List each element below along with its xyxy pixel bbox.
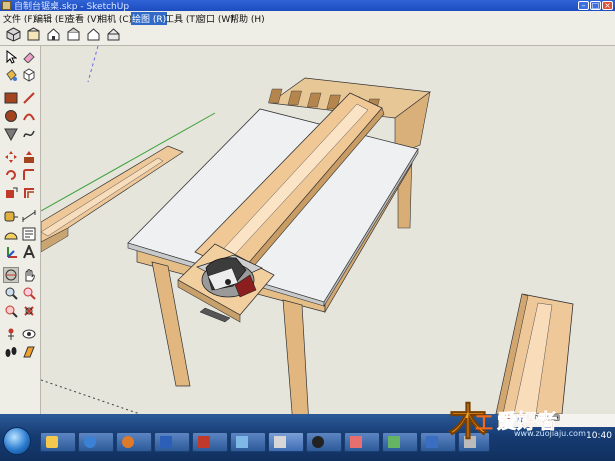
scale-icon[interactable] [3, 185, 19, 201]
back-view-icon[interactable] [86, 27, 101, 42]
taskbar-sketchup[interactable] [192, 432, 228, 452]
taskbar-active[interactable] [268, 432, 304, 452]
menu-window[interactable]: 窗口 (W) [197, 12, 234, 25]
freehand-icon[interactable] [21, 126, 37, 142]
right-view-icon[interactable] [66, 27, 81, 42]
pan-icon[interactable] [21, 267, 37, 283]
maximize-button[interactable]: □ [590, 1, 601, 10]
protractor-icon[interactable] [3, 226, 19, 242]
folder-icon [46, 436, 58, 448]
walk-icon[interactable] [3, 344, 19, 360]
axes-icon[interactable] [3, 244, 19, 260]
tape-measure-icon[interactable] [3, 208, 19, 224]
top-view-icon[interactable] [26, 27, 41, 42]
zuojiaju-logo: 木 工 爱好者 [449, 400, 558, 445]
app-icon [426, 436, 438, 448]
iso-view-icon[interactable] [6, 27, 21, 42]
table-leg-front-right [282, 299, 309, 414]
menu-file[interactable]: 文件 (F) [3, 12, 36, 25]
model-drawing [41, 46, 574, 414]
taskbar-media[interactable] [116, 432, 152, 452]
window-icon [274, 436, 286, 448]
watermark-url: www.zuojiaju.com [514, 429, 586, 438]
menu-camera[interactable]: 相机 (C) [98, 12, 132, 25]
menu-help[interactable]: 帮助 (H) [230, 12, 265, 25]
circle-icon[interactable] [3, 108, 19, 124]
taskbar-folder[interactable] [40, 432, 76, 452]
polygon-icon[interactable] [3, 126, 19, 142]
menu-edit[interactable]: 编辑 (E) [34, 12, 68, 25]
title-bar: 自制台锯桌.skp - SketchUp – □ × [0, 0, 615, 12]
menu-tools[interactable]: 工具 (T) [165, 12, 198, 25]
zoom-extents-icon[interactable] [3, 303, 19, 319]
views-toolbar [0, 25, 615, 46]
menu-bar: 文件 (F) 编辑 (E) 查看 (V) 相机 (C) 绘图 (R) 工具 (T… [0, 11, 615, 26]
orbit-icon[interactable] [3, 267, 19, 283]
arc-icon[interactable] [21, 108, 37, 124]
minimize-button[interactable]: – [578, 1, 589, 10]
word-icon [160, 436, 172, 448]
red-axis-dashed [41, 379, 141, 414]
close-button[interactable]: × [602, 1, 613, 10]
left-view-icon[interactable] [106, 27, 121, 42]
menu-draw[interactable]: 绘图 (R) [131, 12, 168, 25]
zoom-icon[interactable] [3, 285, 19, 301]
front-view-icon[interactable] [46, 27, 61, 42]
dimension-icon[interactable] [21, 208, 37, 224]
text-icon[interactable] [21, 226, 37, 242]
tools-palette [0, 46, 41, 414]
taskbar-word[interactable] [154, 432, 190, 452]
line-icon[interactable] [21, 90, 37, 106]
taskbar-ie[interactable] [78, 432, 114, 452]
paint-bucket-icon[interactable] [3, 67, 19, 83]
sketchup-icon [198, 436, 210, 448]
taskbar-photo[interactable] [382, 432, 418, 452]
previous-view-icon[interactable] [21, 303, 37, 319]
zoom-window-icon[interactable] [21, 285, 37, 301]
component-icon[interactable] [21, 67, 37, 83]
paint-icon [350, 436, 362, 448]
taskbar-qq[interactable] [306, 432, 342, 452]
browser-icon [84, 436, 96, 448]
rectangle-icon[interactable] [3, 90, 19, 106]
blue-axis [87, 46, 99, 83]
photo-icon [388, 436, 400, 448]
follow-me-icon[interactable] [21, 167, 37, 183]
offset-icon[interactable] [21, 185, 37, 201]
svg-text:工: 工 [475, 413, 493, 434]
eraser-icon[interactable] [21, 49, 37, 65]
move-icon[interactable] [3, 149, 19, 165]
section-plane-icon[interactable] [21, 344, 37, 360]
sketchup-app-icon [2, 1, 11, 10]
taskbar-paint[interactable] [344, 432, 380, 452]
select-icon[interactable] [3, 49, 19, 65]
model-viewport[interactable] [41, 46, 615, 414]
push-pull-icon[interactable] [21, 149, 37, 165]
start-button[interactable] [3, 427, 31, 455]
look-around-icon[interactable] [21, 326, 37, 342]
rotate-icon[interactable] [3, 167, 19, 183]
media-icon [122, 436, 134, 448]
qq-icon [312, 436, 324, 448]
window-icon [236, 436, 248, 448]
position-camera-icon[interactable] [3, 326, 19, 342]
system-clock[interactable]: 10:40 [586, 431, 612, 441]
taskbar-sketchup-2[interactable] [230, 432, 266, 452]
menu-view[interactable]: 查看 (V) [66, 12, 100, 25]
3d-text-icon[interactable] [21, 244, 37, 260]
